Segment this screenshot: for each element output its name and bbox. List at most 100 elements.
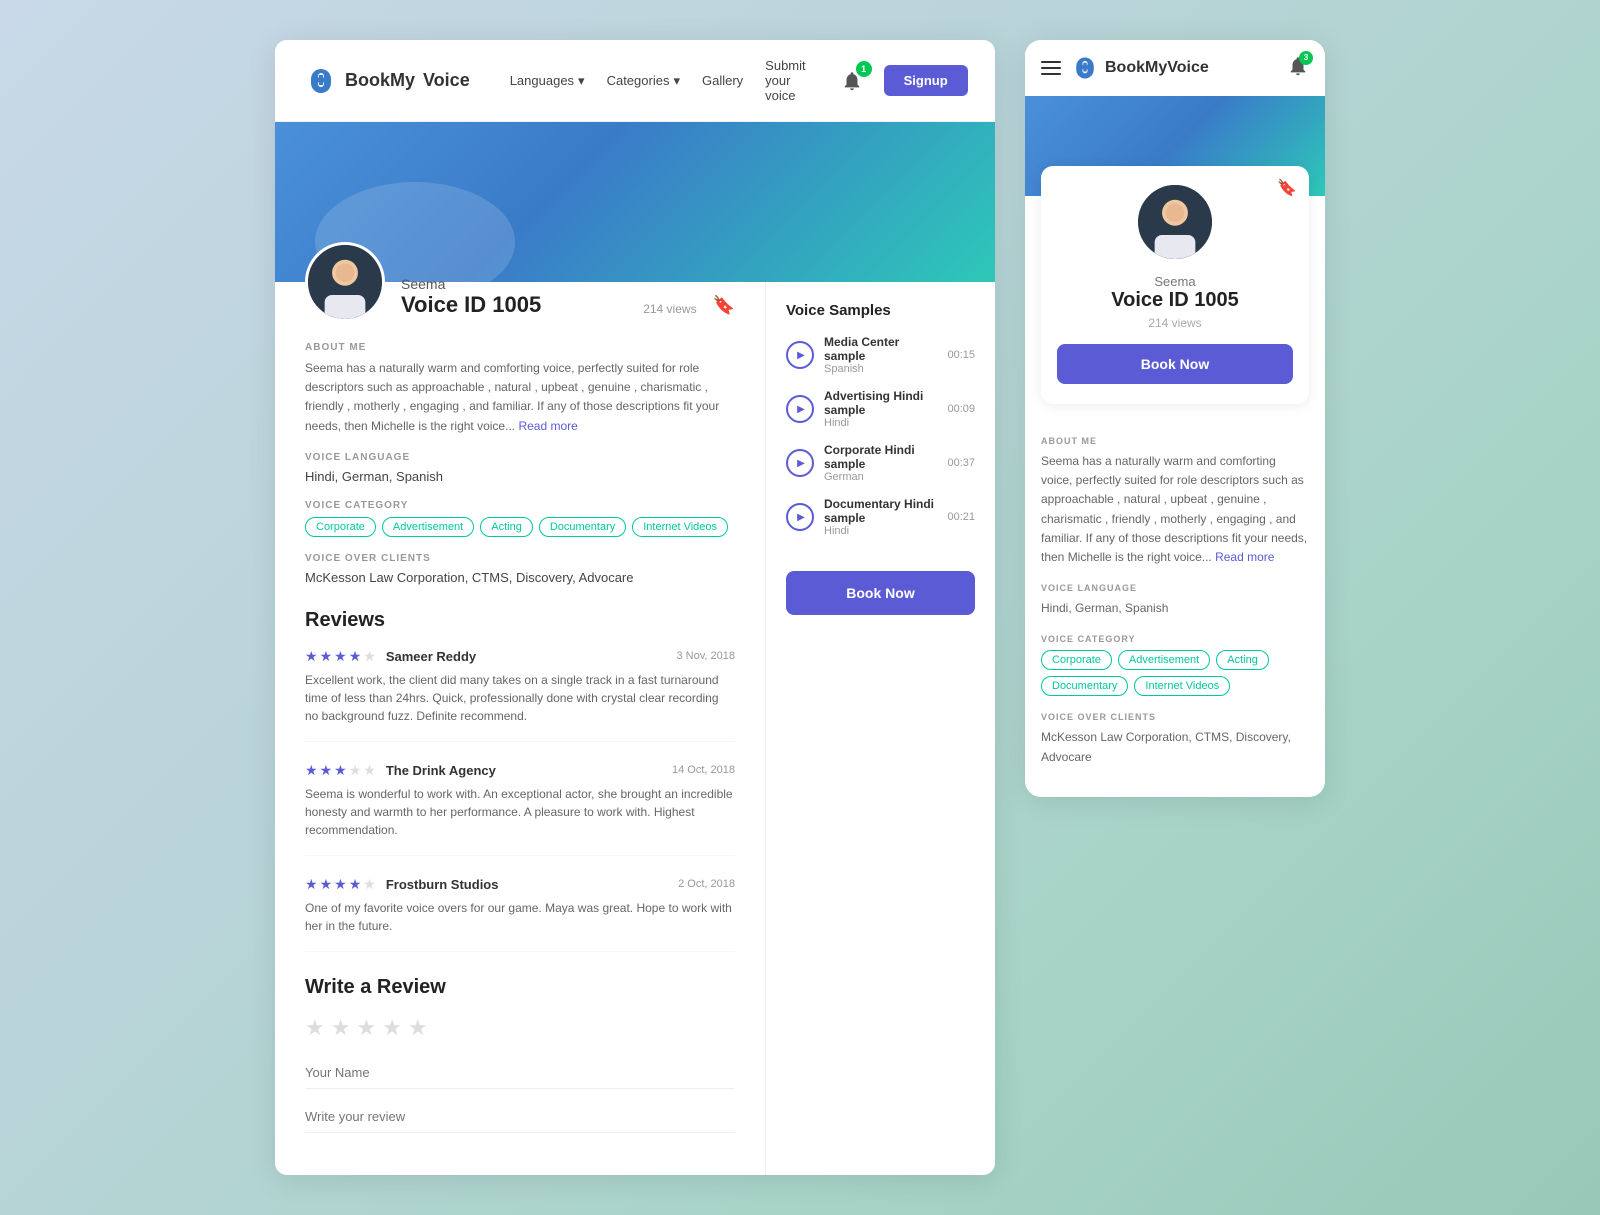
- mobile-tag-acting[interactable]: Acting: [1216, 650, 1269, 670]
- mobile-content: ABOUT ME Seema has a naturally warm and …: [1025, 404, 1325, 797]
- mobile-tag-corporate[interactable]: Corporate: [1041, 650, 1112, 670]
- play-btn-3[interactable]: ▶: [786, 449, 814, 477]
- review-header-2: ★ ★ ★ ★ ★ The Drink Agency 14 Oct, 2018: [305, 762, 735, 779]
- language-label: VOICE LANGUAGE: [305, 452, 735, 463]
- mobile-clients-label: VOICE OVER CLIENTS: [1041, 712, 1309, 722]
- sample-item-1: ▶ Media Center sample Spanish 00:15: [786, 335, 975, 375]
- write-review-title: Write a Review: [305, 976, 735, 999]
- sample-lang-4: Hindi: [824, 525, 937, 537]
- voice-samples-panel: Voice Samples ▶ Media Center sample Span…: [765, 282, 995, 1175]
- sample-item-2: ▶ Advertising Hindi sample Hindi 00:09: [786, 389, 975, 429]
- mobile-bookmark-icon[interactable]: 🔖: [1277, 178, 1297, 198]
- reviews-title: Reviews: [305, 609, 735, 632]
- nav-right: 1 Signup: [836, 65, 968, 97]
- sample-duration-3: 00:37: [947, 457, 975, 469]
- book-now-button-mobile[interactable]: Book Now: [1057, 344, 1293, 384]
- review-date-2: 14 Oct, 2018: [672, 764, 735, 776]
- book-now-button-desktop[interactable]: Book Now: [786, 571, 975, 615]
- rating-star-4[interactable]: ★: [382, 1015, 402, 1041]
- bookmark-icon[interactable]: 🔖: [713, 295, 735, 322]
- about-label: ABOUT ME: [305, 342, 735, 353]
- rating-star-3[interactable]: ★: [356, 1015, 376, 1041]
- review-text-3: One of my favorite voice overs for our g…: [305, 899, 735, 935]
- clients-label: VOICE OVER CLIENTS: [305, 553, 735, 564]
- mobile-card: BookMyVoice 3 🔖 Seema Voice ID 1005 214 …: [1025, 40, 1325, 797]
- hamburger-menu[interactable]: [1041, 61, 1061, 75]
- play-icon-4: ▶: [797, 512, 805, 523]
- category-label: VOICE CATEGORY: [305, 500, 735, 511]
- sample-lang-2: Hindi: [824, 417, 937, 429]
- signup-button[interactable]: Signup: [884, 65, 968, 96]
- mobile-tag-documentary[interactable]: Documentary: [1041, 676, 1128, 696]
- play-icon-3: ▶: [797, 458, 805, 469]
- mobile-language-text: Hindi, German, Spanish: [1041, 599, 1309, 618]
- sample-name-3: Corporate Hindi sample: [824, 443, 937, 471]
- play-icon-2: ▶: [797, 404, 805, 415]
- profile-section: Seema Voice ID 1005 214 views 🔖 ABOUT ME…: [275, 282, 765, 1175]
- review-item-3: ★ ★ ★ ★ ★ Frostburn Studios 2 Oct, 2018 …: [305, 876, 735, 952]
- mobile-about-label: ABOUT ME: [1041, 436, 1309, 446]
- mobile-tag-internet-videos[interactable]: Internet Videos: [1134, 676, 1230, 696]
- avatar-image: [308, 242, 382, 322]
- about-text: Seema has a naturally warm and comfortin…: [305, 359, 735, 436]
- nav-languages[interactable]: Languages ▾: [510, 73, 585, 89]
- sample-info-1: Media Center sample Spanish: [824, 335, 937, 375]
- avatar: [305, 242, 385, 322]
- play-btn-1[interactable]: ▶: [786, 341, 814, 369]
- sample-name-1: Media Center sample: [824, 335, 937, 363]
- mobile-logo: BookMyVoice: [1071, 54, 1209, 82]
- tag-corporate[interactable]: Corporate: [305, 517, 376, 537]
- notification-badge: 1: [856, 61, 872, 77]
- mobile-profile-card: 🔖 Seema Voice ID 1005 214 views Book Now: [1041, 166, 1309, 404]
- mobile-profile-name: Seema: [1057, 274, 1293, 289]
- mobile-profile-id: Voice ID 1005: [1057, 289, 1293, 312]
- mobile-read-more-link[interactable]: Read more: [1215, 550, 1274, 564]
- sample-info-3: Corporate Hindi sample German: [824, 443, 937, 483]
- stars-2: ★ ★ ★ ★ ★: [305, 762, 376, 779]
- reviewer-name-3: Frostburn Studios: [386, 877, 499, 892]
- mobile-about-text: Seema has a naturally warm and comfortin…: [1041, 452, 1309, 567]
- desktop-card: BookMyVoice Languages ▾ Categories ▾ Gal…: [275, 40, 995, 1175]
- profile-voice-id: Voice ID 1005: [401, 292, 627, 318]
- tag-documentary[interactable]: Documentary: [539, 517, 626, 537]
- tag-acting[interactable]: Acting: [480, 517, 533, 537]
- play-btn-4[interactable]: ▶: [786, 503, 814, 531]
- sample-duration-2: 00:09: [947, 403, 975, 415]
- clients-text: McKesson Law Corporation, CTMS, Discover…: [305, 570, 735, 585]
- play-icon-1: ▶: [797, 350, 805, 361]
- mobile-tag-advertisement[interactable]: Advertisement: [1118, 650, 1210, 670]
- mobile-views-count: 214 views: [1057, 316, 1293, 330]
- tag-advertisement[interactable]: Advertisement: [382, 517, 474, 537]
- tag-internet-videos[interactable]: Internet Videos: [632, 517, 728, 537]
- sample-item-3: ▶ Corporate Hindi sample German 00:37: [786, 443, 975, 483]
- nav-submit-voice[interactable]: Submit your voice: [765, 58, 805, 103]
- sample-info-4: Documentary Hindi sample Hindi: [824, 497, 937, 537]
- rating-star-1[interactable]: ★: [305, 1015, 325, 1041]
- notification-button[interactable]: 1: [836, 65, 868, 97]
- mobile-nav: BookMyVoice 3: [1025, 40, 1325, 96]
- reviewer-name-1: Sameer Reddy: [386, 649, 476, 664]
- rating-star-2[interactable]: ★: [331, 1015, 351, 1041]
- mobile-avatar-image: [1138, 182, 1212, 262]
- reviewer-name-input[interactable]: [305, 1057, 735, 1089]
- play-btn-2[interactable]: ▶: [786, 395, 814, 423]
- desktop-logo: BookMyVoice: [305, 65, 470, 97]
- review-header-1: ★ ★ ★ ★ ★ Sameer Reddy 3 Nov, 2018: [305, 648, 735, 665]
- logo-icon: [305, 65, 337, 97]
- sample-duration-1: 00:15: [947, 349, 975, 361]
- profile-info: Seema Voice ID 1005: [401, 276, 627, 322]
- mobile-category-label: VOICE CATEGORY: [1041, 634, 1309, 644]
- review-text-input[interactable]: [305, 1101, 735, 1133]
- rating-star-5[interactable]: ★: [408, 1015, 428, 1041]
- sample-name-2: Advertising Hindi sample: [824, 389, 937, 417]
- mobile-notification-button[interactable]: 3: [1287, 55, 1309, 82]
- logo-text-part1: BookMy: [345, 70, 415, 91]
- nav-categories[interactable]: Categories ▾: [607, 73, 680, 89]
- rating-stars: ★ ★ ★ ★ ★: [305, 1015, 735, 1041]
- language-text: Hindi, German, Spanish: [305, 469, 735, 484]
- profile-name: Seema: [401, 276, 627, 292]
- nav-links: Languages ▾ Categories ▾ Gallery Submit …: [510, 58, 806, 103]
- read-more-link[interactable]: Read more: [518, 419, 577, 433]
- sample-lang-1: Spanish: [824, 363, 937, 375]
- nav-gallery[interactable]: Gallery: [702, 73, 743, 88]
